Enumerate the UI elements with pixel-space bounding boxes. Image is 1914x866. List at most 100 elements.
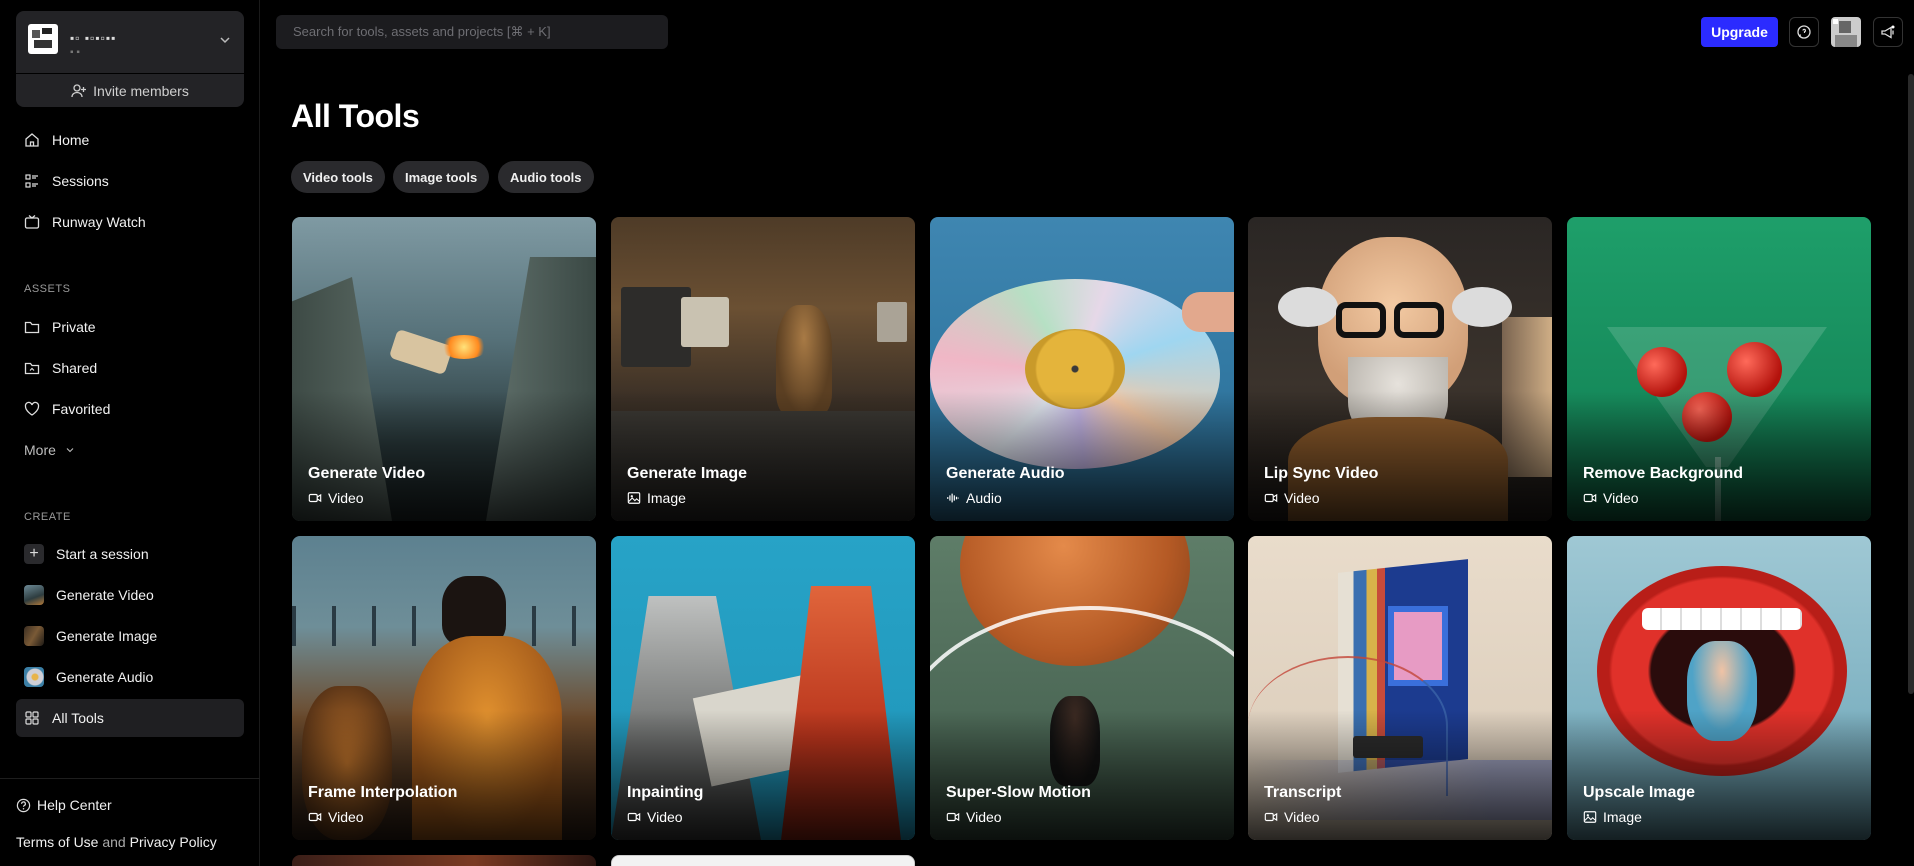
sidebar-item-label: Generate Audio: [56, 669, 154, 685]
tool-card-title: Generate Image: [627, 465, 748, 482]
upgrade-button[interactable]: Upgrade: [1701, 17, 1778, 47]
privacy-link[interactable]: Privacy Policy: [130, 834, 217, 850]
video-camera-icon: [1264, 493, 1278, 503]
tool-card-meta: Video: [1583, 490, 1639, 506]
filter-audio-tools[interactable]: Audio tools: [498, 161, 594, 193]
user-avatar[interactable]: [1831, 17, 1861, 47]
sidebar-item-runway-watch[interactable]: Runway Watch: [16, 203, 244, 241]
video-camera-icon: [946, 812, 960, 822]
workspace-avatar: [28, 24, 58, 54]
tool-card-type: Video: [1284, 809, 1320, 825]
image-icon: [1583, 811, 1597, 823]
sidebar-more-toggle[interactable]: More: [16, 431, 244, 469]
tool-card-title: Inpainting: [627, 784, 704, 801]
more-label: More: [24, 442, 56, 458]
sidebar-item-generate-image[interactable]: Generate Image: [16, 617, 244, 655]
legal-links: Terms of Use and Privacy Policy: [16, 834, 217, 850]
tool-card-meta: Video: [1264, 809, 1320, 825]
tool-card-title: Frame Interpolation: [308, 784, 458, 801]
sidebar-item-all-tools[interactable]: All Tools: [16, 699, 244, 737]
shared-folder-icon: [24, 362, 40, 375]
sidebar-item-generate-video[interactable]: Generate Video: [16, 576, 244, 614]
tool-card-type: Audio: [966, 490, 1002, 506]
tool-card-type: Video: [1603, 490, 1639, 506]
tool-card-title: Generate Audio: [946, 465, 1065, 482]
workspace-name: ▪▫ ▪▫▪▫▪▪: [70, 31, 117, 45]
sidebar-divider: [0, 778, 260, 779]
tool-card-lip-sync-video[interactable]: Lip Sync Video Video: [1248, 217, 1552, 521]
grid-icon: [25, 711, 39, 725]
terms-link[interactable]: Terms of Use: [16, 834, 98, 850]
sidebar-item-label: Private: [52, 319, 96, 335]
folder-icon: [24, 321, 40, 334]
sidebar: ▪▫ ▪▫▪▫▪▪ ▪ ▪ Invite members Home Sessio…: [0, 0, 260, 866]
sidebar-item-start-session[interactable]: + Start a session: [16, 535, 244, 573]
sidebar-item-label: Home: [52, 132, 90, 148]
tool-card-meta: Video: [946, 809, 1002, 825]
waveform-icon: [947, 493, 959, 503]
tool-card-meta: Video: [627, 809, 683, 825]
sidebar-item-generate-audio[interactable]: Generate Audio: [16, 658, 244, 696]
video-camera-icon: [627, 812, 641, 822]
video-camera-icon: [308, 812, 322, 822]
video-thumb-icon: [24, 585, 44, 605]
scrollbar[interactable]: [1908, 64, 1914, 866]
tool-card-generate-image[interactable]: Generate Image Image: [611, 217, 915, 521]
tool-card-meta: Audio: [946, 490, 1002, 506]
sidebar-item-label: Favorited: [52, 401, 111, 417]
filter-video-tools[interactable]: Video tools: [291, 161, 385, 193]
sidebar-item-favorited[interactable]: Favorited: [16, 390, 244, 428]
tool-card-title: Remove Background: [1583, 465, 1744, 482]
tool-card-partial-1[interactable]: [292, 855, 596, 866]
create-heading: CREATE: [24, 511, 71, 523]
invite-members-button[interactable]: Invite members: [16, 73, 244, 107]
tool-card-title: Transcript: [1264, 784, 1342, 801]
tool-card-remove-background[interactable]: Remove Background Video: [1567, 217, 1871, 521]
tool-card-generate-video[interactable]: Generate Video Video: [292, 217, 596, 521]
sidebar-item-home[interactable]: Home: [16, 121, 244, 159]
help-center-link[interactable]: Help Center: [16, 797, 112, 813]
tool-card-title: Super-Slow Motion: [946, 784, 1091, 801]
sidebar-item-label: Sessions: [52, 173, 109, 189]
sidebar-item-label: Runway Watch: [52, 214, 146, 230]
tool-card-meta: Video: [308, 809, 364, 825]
tool-card-meta: Image: [1583, 809, 1642, 825]
chevron-down-icon: [66, 448, 74, 453]
video-camera-icon: [1264, 812, 1278, 822]
tool-card-transcript[interactable]: Transcript Video: [1248, 536, 1552, 840]
image-icon: [627, 492, 641, 504]
announcements-button[interactable]: [1873, 17, 1903, 47]
scrollbar-thumb[interactable]: [1908, 74, 1914, 694]
chevron-down-icon: [220, 37, 230, 44]
tool-card-meta: Image: [627, 490, 686, 506]
tool-card-type: Video: [328, 490, 364, 506]
help-icon: [16, 798, 31, 812]
tool-card-inpainting[interactable]: Inpainting Video: [611, 536, 915, 840]
workspace-switcher[interactable]: ▪▫ ▪▫▪▫▪▪ ▪ ▪: [16, 11, 244, 71]
feedback-button[interactable]: [1789, 17, 1819, 47]
tool-card-type: Video: [1284, 490, 1320, 506]
search-input[interactable]: Search for tools, assets and projects [⌘…: [276, 15, 668, 49]
tool-card-type: Video: [328, 809, 364, 825]
tool-card-super-slow-motion[interactable]: Super-Slow Motion Video: [930, 536, 1234, 840]
sessions-icon: [25, 174, 38, 188]
tool-card-partial-2[interactable]: [611, 855, 915, 866]
sidebar-item-private[interactable]: Private: [16, 308, 244, 346]
invite-members-label: Invite members: [93, 82, 189, 99]
tool-card-type: Image: [1603, 809, 1642, 825]
audio-thumb-icon: [24, 667, 44, 687]
filter-image-tools[interactable]: Image tools: [393, 161, 490, 193]
sidebar-item-shared[interactable]: Shared: [16, 349, 244, 387]
tool-card-upscale-image[interactable]: Upscale Image Image: [1567, 536, 1871, 840]
megaphone-icon: [1881, 25, 1895, 39]
sidebar-item-sessions[interactable]: Sessions: [16, 162, 244, 200]
video-camera-icon: [308, 493, 322, 503]
tool-card-type: Video: [966, 809, 1002, 825]
video-camera-icon: [1583, 493, 1597, 503]
home-icon: [25, 133, 39, 147]
tool-card-frame-interpolation[interactable]: Frame Interpolation Video: [292, 536, 596, 840]
tool-card-generate-audio[interactable]: Generate Audio Audio: [930, 217, 1234, 521]
app-root: ▪▫ ▪▫▪▫▪▪ ▪ ▪ Invite members Home Sessio…: [0, 0, 1914, 866]
tool-card-meta: Video: [308, 490, 364, 506]
legal-and: and: [102, 834, 126, 850]
